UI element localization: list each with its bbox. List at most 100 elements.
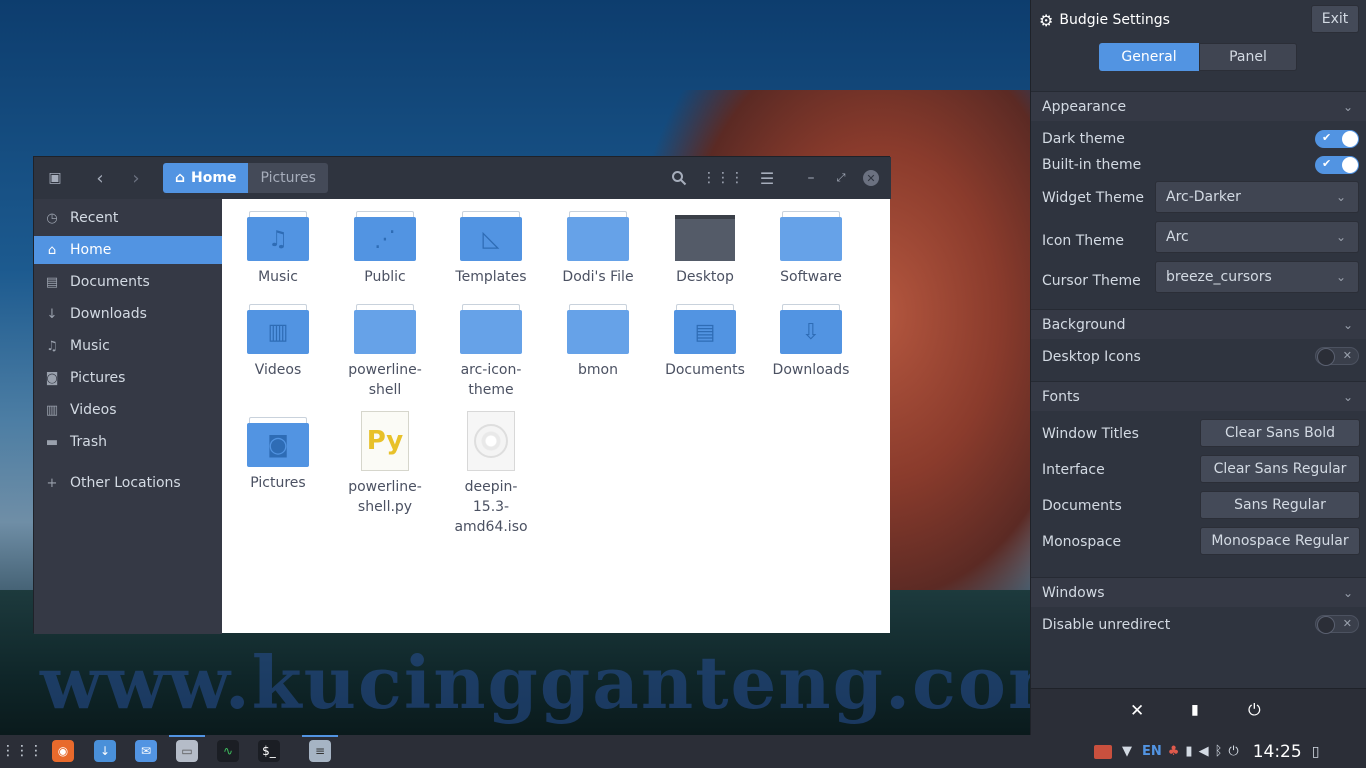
system-tray: ▼ EN ♣ ▮ ◀ ᛒ ⏻ 14:25 ▯	[1094, 735, 1319, 768]
terminal-icon[interactable]: $_	[258, 740, 280, 762]
search-icon[interactable]	[666, 164, 692, 192]
file-item-pictures[interactable]: ◙ Pictures	[225, 417, 331, 493]
file-item-powerline-shell[interactable]: powerline-shell	[332, 304, 438, 400]
battery-icon[interactable]: ▮	[1185, 744, 1192, 759]
font-interface-label: Interface	[1042, 462, 1105, 478]
sidebar-item-label: Home	[70, 242, 112, 258]
app-grid-icon[interactable]: ⋮⋮⋮	[1, 740, 43, 762]
section-title: Appearance	[1042, 98, 1127, 115]
section-fonts[interactable]: Fonts ⌄	[1031, 381, 1366, 411]
tab-panel[interactable]: Panel	[1199, 43, 1297, 71]
check-icon: ✔	[1322, 131, 1332, 144]
icon-theme-select[interactable]: Arc ⌄	[1155, 221, 1359, 253]
section-windows[interactable]: Windows ⌄	[1031, 577, 1366, 607]
file-item-dodis-file[interactable]: Dodi's File	[545, 211, 651, 287]
file-item-public[interactable]: ⋰ Public	[332, 211, 438, 287]
bluetooth-icon[interactable]: ᛒ	[1215, 744, 1223, 759]
file-item-software[interactable]: Software	[758, 211, 864, 287]
minimize-button[interactable]: –	[800, 164, 822, 192]
section-appearance[interactable]: Appearance ⌄	[1031, 91, 1366, 121]
file-item-arc-icon-theme[interactable]: arc-icon-theme	[438, 304, 544, 400]
folder-icon: ◺	[460, 211, 522, 261]
film-icon: ▥	[247, 310, 309, 354]
camera-icon: ◙	[45, 370, 59, 386]
section-background[interactable]: Background ⌄	[1031, 309, 1366, 339]
builtin-theme-toggle[interactable]: ✔	[1315, 156, 1359, 174]
document-icon: ▤	[674, 310, 736, 354]
clock[interactable]: 14:25	[1253, 742, 1302, 762]
system-monitor-icon[interactable]: ∿	[217, 740, 239, 762]
menu-icon[interactable]: ☰	[754, 164, 780, 192]
notification-bell-icon[interactable]: ♣	[1168, 744, 1180, 759]
file-grid: ♫ Music ⋰ Public ◺ Templates Dodi's File…	[222, 199, 890, 633]
file-item-documents[interactable]: ▤ Documents	[652, 304, 758, 380]
sidebar-item-other-locations[interactable]: + Other Locations	[34, 469, 222, 497]
file-manager-app-icon[interactable]: ▣	[42, 164, 68, 192]
cursor-theme-select[interactable]: breeze_cursors ⌄	[1155, 261, 1359, 293]
forward-button[interactable]: ›	[122, 164, 150, 192]
back-button[interactable]: ‹	[86, 164, 114, 192]
file-item-music[interactable]: ♫ Music	[225, 211, 331, 287]
sidebar-item-downloads[interactable]: ↓ Downloads	[34, 300, 222, 328]
font-monospace-button[interactable]: Monospace Regular	[1200, 527, 1360, 555]
sidebar-item-home[interactable]: ⌂ Home	[34, 236, 222, 264]
sidebar-item-label: Videos	[70, 402, 117, 418]
file-item-deepin-iso[interactable]: deepin-15.3-amd64.iso	[438, 411, 544, 537]
lock-icon[interactable]: ▮	[1191, 702, 1199, 718]
file-item-desktop[interactable]: Desktop	[652, 211, 758, 287]
file-item-label: Public	[364, 269, 406, 285]
sidebar-item-documents[interactable]: ▤ Documents	[34, 268, 222, 296]
tab-general[interactable]: General	[1099, 43, 1199, 71]
sidebar-item-trash[interactable]: ▬ Trash	[34, 428, 222, 456]
python-file-icon: Py	[361, 411, 409, 471]
file-item-templates[interactable]: ◺ Templates	[438, 211, 544, 287]
folder-icon	[567, 304, 629, 354]
font-interface-button[interactable]: Clear Sans Regular	[1200, 455, 1360, 483]
keyboard-tray-icon[interactable]	[1094, 744, 1112, 759]
close-button[interactable]: ✕	[860, 164, 882, 192]
breadcrumb-pictures[interactable]: Pictures	[248, 163, 328, 193]
wifi-icon[interactable]: ▼	[1122, 744, 1132, 759]
keyboard-layout-indicator[interactable]: EN	[1142, 744, 1162, 759]
disable-unredirect-toggle[interactable]: ✕	[1315, 615, 1359, 634]
breadcrumb-home[interactable]: ⌂ Home	[163, 163, 249, 193]
file-item-powerline-shell-py[interactable]: Py powerline-shell.py	[332, 411, 438, 517]
budgie-settings-panel: ⚙ Budgie Settings Exit General Panel App…	[1030, 0, 1366, 735]
widget-theme-select[interactable]: Arc-Darker ⌄	[1155, 181, 1359, 213]
file-item-label: Downloads	[772, 362, 850, 378]
desktop-icons-toggle[interactable]: ✕	[1315, 347, 1359, 366]
breadcrumb-home-label: Home	[191, 170, 237, 186]
maximize-button[interactable]: ⤢	[830, 164, 852, 192]
text-editor-icon[interactable]: ≡	[309, 740, 331, 762]
sidebar-item-recent[interactable]: ◷ Recent	[34, 204, 222, 232]
folder-icon	[780, 211, 842, 261]
tools-icon[interactable]: ✕	[1130, 701, 1144, 721]
grid-view-icon[interactable]: ⋮⋮⋮	[702, 164, 744, 192]
firefox-icon[interactable]: ◉	[52, 740, 74, 762]
power-icon[interactable]: ⏻	[1248, 700, 1261, 720]
sidebar-item-pictures[interactable]: ◙ Pictures	[34, 364, 222, 392]
files-icon[interactable]: ▭	[176, 740, 198, 762]
sidebar-item-videos[interactable]: ▥ Videos	[34, 396, 222, 424]
chevron-down-icon: ⌄	[1335, 190, 1346, 204]
home-icon: ⌂	[47, 242, 57, 258]
exit-button[interactable]: Exit	[1311, 5, 1359, 33]
sidebar-item-music[interactable]: ♫ Music	[34, 332, 222, 360]
taskbar: ⋮⋮⋮ ◉ ↓ ✉ ▭ ∿ $_ ≡ ▼ EN ♣ ▮ ◀ ᛒ ⏻ 14:25 …	[0, 735, 1366, 768]
mail-icon[interactable]: ✉	[135, 740, 157, 762]
file-item-videos[interactable]: ▥ Videos	[225, 304, 331, 380]
icon-theme-label: Icon Theme	[1042, 233, 1125, 249]
font-documents-button[interactable]: Sans Regular	[1200, 491, 1360, 519]
font-window-titles-button[interactable]: Clear Sans Bold	[1200, 419, 1360, 447]
chevron-down-icon: ⌄	[1342, 99, 1353, 114]
font-documents-label: Documents	[1042, 498, 1122, 514]
raven-sidebar-icon[interactable]: ▯	[1312, 744, 1320, 760]
volume-icon[interactable]: ◀	[1199, 744, 1209, 759]
dark-theme-toggle[interactable]: ✔	[1315, 130, 1359, 148]
power-icon[interactable]: ⏻	[1228, 744, 1238, 759]
file-item-bmon[interactable]: bmon	[545, 304, 651, 380]
file-item-downloads[interactable]: ⇩ Downloads	[758, 304, 864, 380]
download-manager-icon[interactable]: ↓	[94, 740, 116, 762]
clock-icon: ◷	[46, 210, 58, 226]
cursor-theme-value: breeze_cursors	[1166, 269, 1272, 285]
